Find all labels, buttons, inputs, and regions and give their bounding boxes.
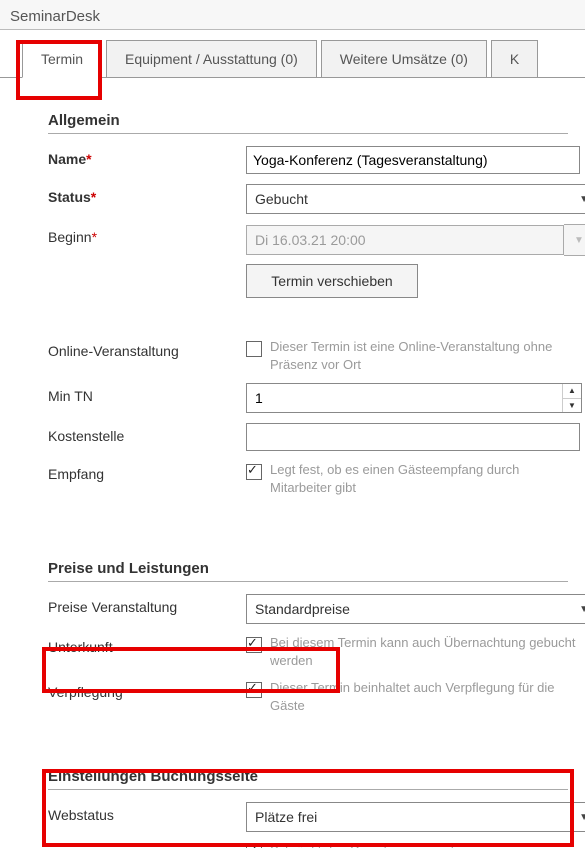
min-tn-input[interactable] <box>247 384 562 412</box>
label-unterkunft: Unterkunft <box>48 634 246 655</box>
section-header-allgemein: Allgemein <box>48 112 568 134</box>
label-status: Status* <box>48 184 246 205</box>
section-header-buchungsseite: Einstellungen Buchungsseite <box>48 768 568 790</box>
verpflegung-desc: Dieser Termin beinhaltet auch Verpflegun… <box>270 679 580 714</box>
empfang-desc: Legt fest, ob es einen Gästeempfang durc… <box>270 461 580 496</box>
tab-strip: Termin Equipment / Ausstattung (0) Weite… <box>0 40 585 78</box>
label-online-veranstaltung: Online-Veranstaltung <box>48 338 246 359</box>
unterkunft-checkbox[interactable] <box>246 637 262 653</box>
section-header-preise: Preise und Leistungen <box>48 560 568 582</box>
begin-date-dropdown-icon: ▼ <box>564 224 585 256</box>
tab-overflow[interactable]: K <box>491 40 538 78</box>
label-verpflegung: Verpflegung <box>48 679 246 700</box>
label-name: Name* <box>48 146 246 167</box>
verpflegung-checkbox[interactable] <box>246 682 262 698</box>
label-min-tn: Min TN <box>48 383 246 404</box>
chevron-down-icon: ▼ <box>579 812 585 823</box>
unterkunft-desc: Bei diesem Termin kann auch Übernachtung… <box>270 634 580 669</box>
reschedule-button[interactable]: Termin verschieben <box>246 264 418 298</box>
min-tn-spinner[interactable]: ▲ ▼ <box>246 383 582 413</box>
preise-veranstaltung-select[interactable]: Standardpreise ▼ <box>246 594 585 624</box>
webstatus-value: Plätze frei <box>255 809 317 825</box>
label-preise-veranstaltung: Preise Veranstaltung <box>48 594 246 615</box>
spinner-up-icon[interactable]: ▲ <box>563 384 581 399</box>
label-kostenstelle: Kostenstelle <box>48 423 246 444</box>
tab-termin[interactable]: Termin <box>22 40 102 78</box>
chevron-down-icon: ▼ <box>579 194 585 205</box>
label-registrierung: Registrierung von/bis <box>48 842 246 848</box>
label-webstatus: Webstatus <box>48 802 246 823</box>
webstatus-select[interactable]: Plätze frei ▼ <box>246 802 585 832</box>
status-select-value: Gebucht <box>255 191 308 207</box>
kostenstelle-input[interactable] <box>246 423 580 451</box>
empfang-checkbox[interactable] <box>246 464 262 480</box>
online-checkbox[interactable] <box>246 341 262 357</box>
spinner-down-icon[interactable]: ▼ <box>563 399 581 413</box>
registrierung-desc: Schränkt den Registrierungszeitraum ein <box>270 842 505 848</box>
tab-equipment[interactable]: Equipment / Ausstattung (0) <box>106 40 317 78</box>
begin-date-input: Di 16.03.21 20:00 <box>246 225 564 255</box>
chevron-down-icon: ▼ <box>579 604 585 615</box>
label-beginn: Beginn* <box>48 224 246 245</box>
window-title: SeminarDesk <box>0 0 585 30</box>
preise-veranstaltung-value: Standardpreise <box>255 601 350 617</box>
status-select[interactable]: Gebucht ▼ <box>246 184 585 214</box>
name-input[interactable] <box>246 146 580 174</box>
tab-weitere-umsaetze[interactable]: Weitere Umsätze (0) <box>321 40 487 78</box>
label-empfang: Empfang <box>48 461 246 482</box>
online-desc: Dieser Termin ist eine Online-Veranstalt… <box>270 338 580 373</box>
